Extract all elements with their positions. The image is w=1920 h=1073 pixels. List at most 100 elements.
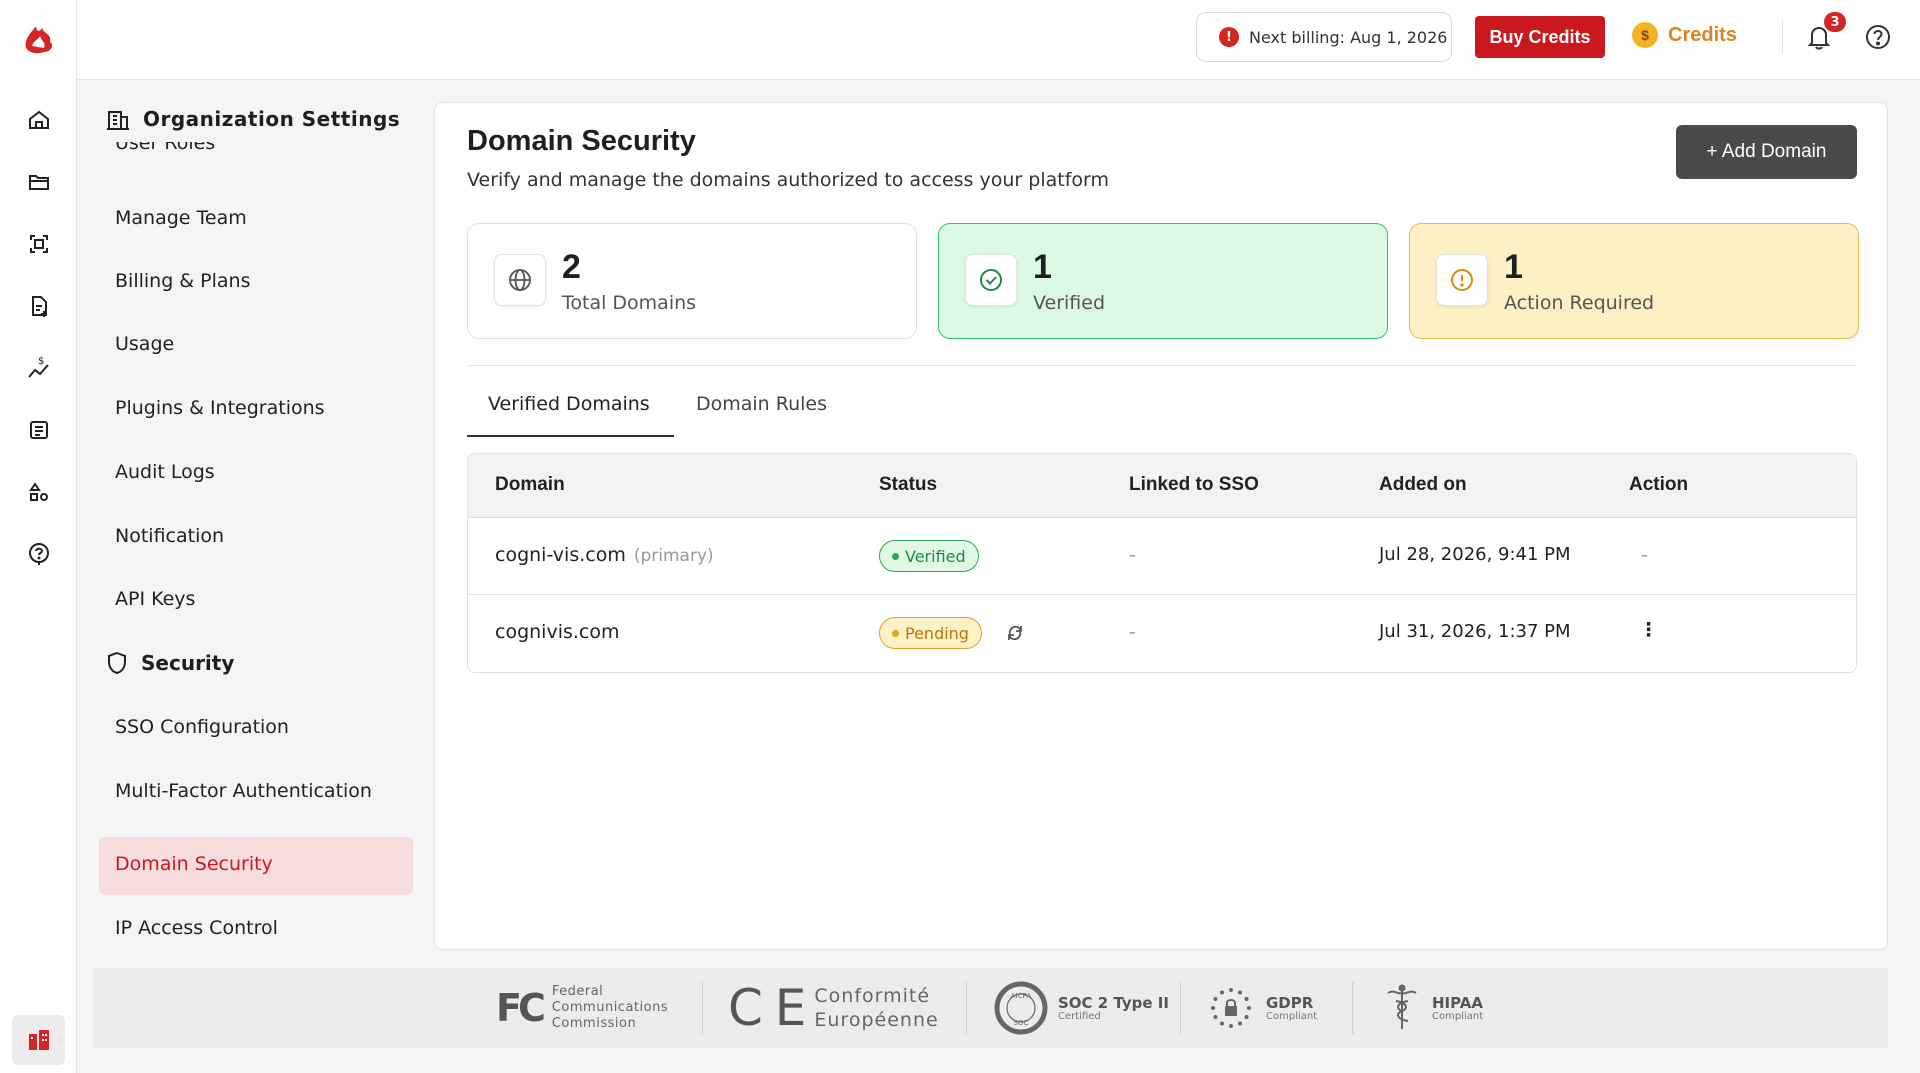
active-tab-indicator — [467, 435, 674, 437]
hipaa-certification: HIPAA Compliant — [1382, 978, 1483, 1038]
document-add-icon[interactable] — [24, 291, 54, 321]
column-header-action: Action — [1629, 474, 1689, 495]
fcc-line: Commission — [551, 1016, 637, 1031]
globe-icon — [494, 254, 546, 306]
billing-status-pill[interactable]: ! Next billing: Aug 1, 2026 — [1196, 12, 1452, 62]
ce-line: Européenne — [814, 1009, 939, 1031]
alert-icon: ! — [1219, 27, 1239, 47]
help-icon[interactable] — [1863, 22, 1893, 52]
domain-name: cognivis.com — [495, 621, 620, 643]
divider — [1352, 982, 1353, 1034]
cost-trend-icon[interactable]: $ — [24, 353, 54, 383]
soc-title: SOC 2 Type II — [1058, 993, 1169, 1012]
gdpr-title: GDPR — [1266, 993, 1314, 1012]
divider — [702, 982, 703, 1034]
security-section-heading: Security — [105, 650, 234, 676]
coin-icon: $ — [1632, 22, 1658, 48]
organization-settings-heading: Organization Settings — [105, 106, 400, 132]
add-domain-button[interactable]: + Add Domain — [1676, 125, 1857, 179]
action-cell: - — [1641, 544, 1648, 566]
divider — [966, 982, 967, 1034]
stat-label: Verified — [1033, 292, 1106, 314]
sidebar-item-plugins[interactable]: Plugins & Integrations — [115, 397, 325, 419]
billing-text: Next billing: Aug 1, 2026 — [1249, 27, 1448, 47]
stat-value: 2 — [562, 248, 581, 286]
home-icon[interactable] — [24, 105, 54, 135]
stat-value: 1 — [1033, 248, 1052, 286]
domain-security-panel: Domain Security Verify and manage the do… — [434, 102, 1888, 950]
ce-text: Conformité Européenne — [814, 984, 938, 1032]
folder-icon[interactable] — [24, 167, 54, 197]
hipaa-text: HIPAA Compliant — [1432, 995, 1483, 1022]
tab-domain-rules[interactable]: Domain Rules — [696, 393, 827, 415]
sidebar-item-billing-plans[interactable]: Billing & Plans — [115, 270, 250, 292]
divider — [467, 365, 1857, 366]
compliance-footer: FC Federal Communications Commission C E… — [94, 968, 1888, 1048]
sidebar-item-domain-security-label: Domain Security — [115, 853, 273, 875]
status-dot — [892, 629, 899, 637]
column-header-linked-sso[interactable]: Linked to SSO — [1129, 474, 1259, 496]
organization-icon — [28, 1030, 49, 1050]
soc2-certification: AICPA SOC SOC 2 Type II Certified — [994, 978, 1169, 1038]
buy-credits-button[interactable]: Buy Credits — [1475, 16, 1605, 58]
sso-cell: - — [1129, 621, 1136, 643]
column-header-domain[interactable]: Domain — [495, 474, 565, 496]
help-circle-icon[interactable] — [24, 539, 54, 569]
stat-card-total-domains: 2 Total Domains — [467, 223, 917, 339]
stat-label: Total Domains — [562, 292, 697, 314]
settings-sidebar: Organization Settings User Roles Manage … — [77, 80, 431, 960]
table-header: Domain Status Linked to SSO Added on Act… — [468, 454, 1856, 518]
stat-card-action-required: 1 Action Required — [1409, 223, 1859, 339]
top-bar: ! Next billing: Aug 1, 2026 Buy Credits … — [77, 0, 1920, 80]
hipaa-subtitle: Compliant — [1432, 1010, 1484, 1022]
ce-logo: C E — [728, 979, 806, 1037]
domain-cell: cogni-vis.com (primary) — [495, 544, 714, 566]
shapes-icon[interactable] — [24, 477, 54, 507]
credits-link[interactable]: $ Credits — [1632, 22, 1737, 48]
domain-name: cogni-vis.com — [495, 544, 626, 566]
stat-value: 1 — [1504, 248, 1523, 286]
scan-icon[interactable] — [24, 229, 54, 259]
primary-tag: (primary) — [633, 546, 714, 566]
sidebar-item-api-keys[interactable]: API Keys — [115, 588, 195, 610]
status-label: Verified — [905, 546, 966, 566]
fcc-logo: FC — [496, 986, 546, 1030]
sidebar-item-ip-access[interactable]: IP Access Control — [115, 917, 278, 939]
divider — [1180, 982, 1181, 1034]
settings-title: Organization Settings — [143, 107, 401, 131]
flame-logo-icon[interactable] — [18, 18, 60, 60]
refresh-icon[interactable] — [1005, 623, 1025, 643]
svg-text:$: $ — [38, 356, 44, 367]
warning-circle-icon — [1436, 254, 1488, 306]
tab-verified-domains[interactable]: Verified Domains — [488, 393, 650, 415]
soc-text: SOC 2 Type II Certified — [1058, 995, 1169, 1022]
ce-certification: C E Conformité Européenne — [728, 978, 939, 1038]
sidebar-item-sso[interactable]: SSO Configuration — [115, 716, 289, 738]
shield-icon — [108, 651, 126, 675]
soc-seal-icon: AICPA SOC — [994, 981, 1048, 1035]
table-row: cognivis.com Pending - Jul 31, 2026, 1:3… — [468, 595, 1856, 672]
stat-label: Action Required — [1504, 292, 1655, 314]
left-rail: $ — [0, 0, 77, 1073]
added-on-cell: Jul 31, 2026, 1:37 PM — [1379, 621, 1571, 642]
gdpr-subtitle: Compliant — [1266, 1010, 1318, 1022]
organization-button[interactable] — [12, 1015, 65, 1065]
column-header-added-on[interactable]: Added on — [1379, 474, 1467, 496]
list-icon[interactable] — [24, 415, 54, 445]
page-subtitle: Verify and manage the domains authorized… — [467, 169, 1109, 191]
sidebar-item-usage[interactable]: Usage — [115, 333, 174, 355]
table-row: cogni-vis.com (primary) Verified - Jul 28… — [468, 518, 1856, 595]
more-options-icon[interactable]: ⋮ — [1639, 619, 1658, 641]
sidebar-item-label: User Roles — [115, 142, 216, 154]
added-on-cell: Jul 28, 2026, 9:41 PM — [1379, 544, 1571, 565]
sidebar-item-user-roles[interactable]: User Roles — [115, 142, 215, 158]
sidebar-item-audit-logs[interactable]: Audit Logs — [115, 461, 215, 483]
domains-table: Domain Status Linked to SSO Added on Act… — [467, 453, 1857, 673]
sidebar-item-manage-team[interactable]: Manage Team — [115, 207, 247, 229]
fcc-certification: FC Federal Communications Commission — [496, 978, 668, 1038]
sidebar-item-mfa[interactable]: Multi-Factor Authentication — [115, 780, 372, 802]
domain-cell: cognivis.com — [495, 621, 620, 643]
column-header-status[interactable]: Status — [879, 474, 937, 496]
notification-badge: 3 — [1824, 12, 1846, 32]
sidebar-item-notification[interactable]: Notification — [115, 525, 224, 547]
